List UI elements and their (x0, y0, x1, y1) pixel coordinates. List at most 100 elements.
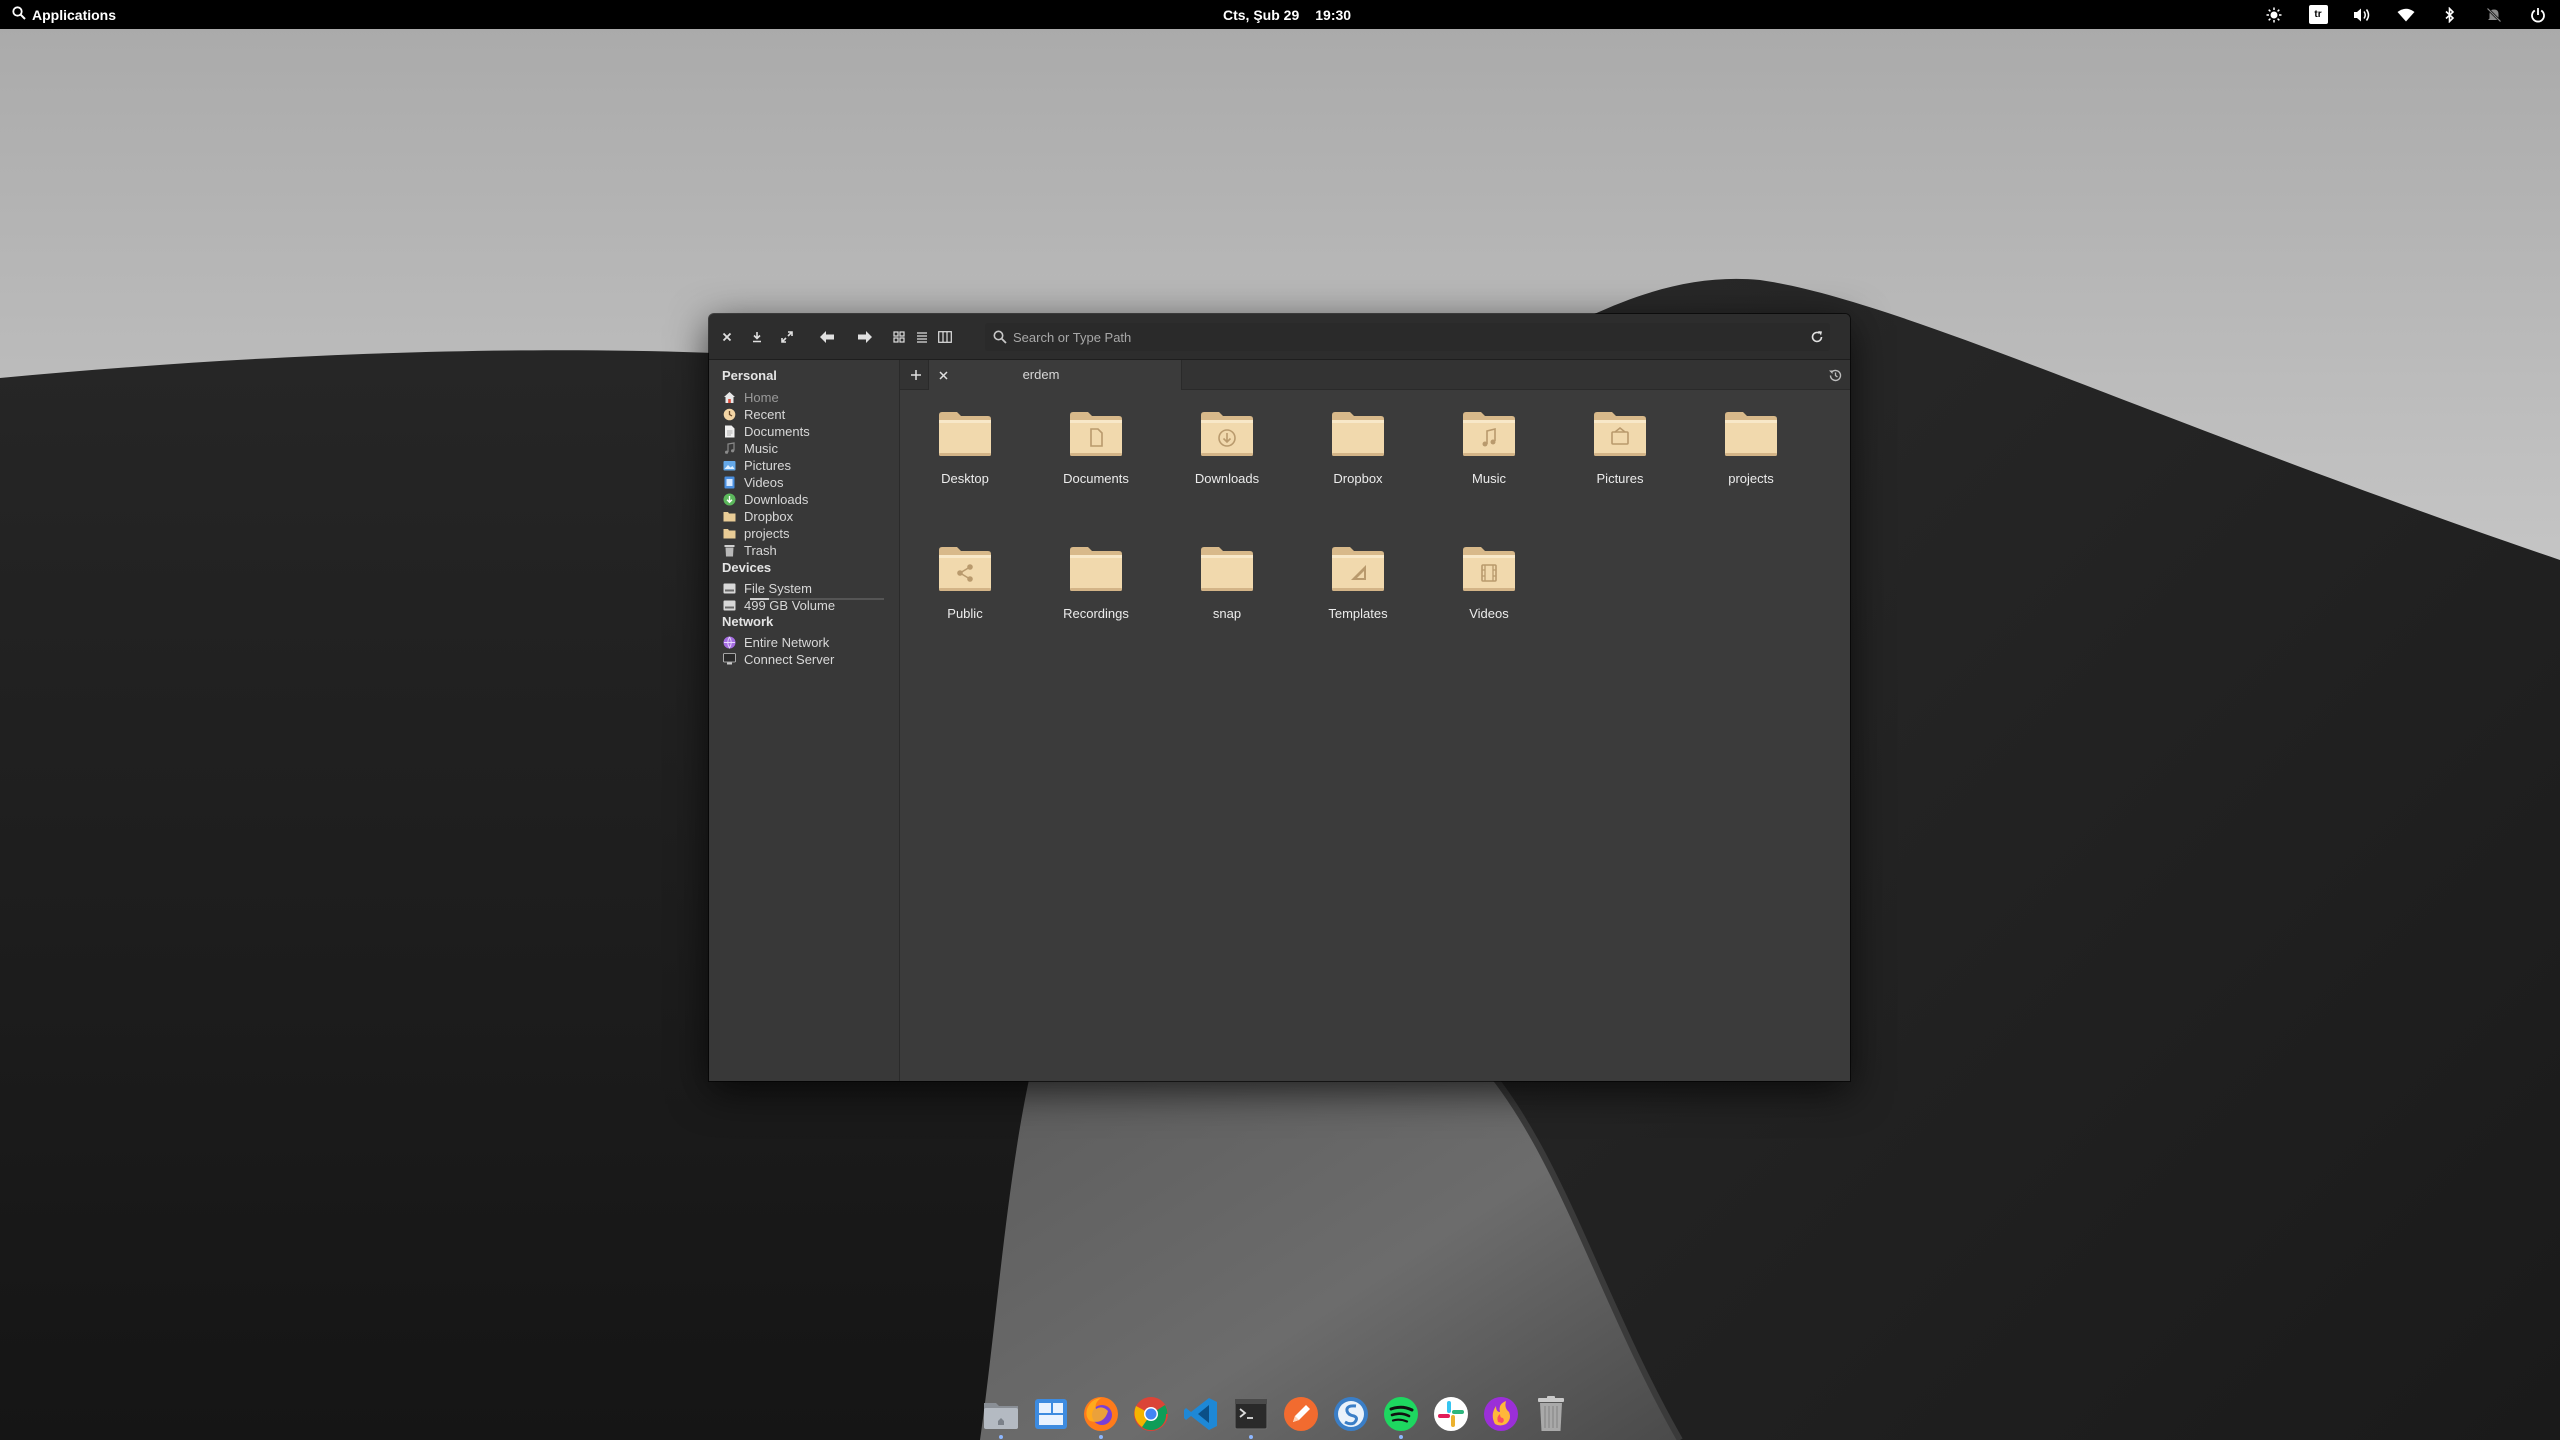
grid-view-icon[interactable] (888, 325, 910, 349)
vscode-icon (1183, 1396, 1219, 1432)
time-text: 19:30 (1315, 6, 1352, 23)
date-text: Cts, Şub 29 (1223, 6, 1300, 23)
reload-icon[interactable] (1810, 330, 1824, 344)
window-headerbar (709, 314, 1850, 360)
folder-item-music[interactable]: Music (1429, 390, 1549, 500)
folder-item-recordings[interactable]: Recordings (1036, 525, 1156, 635)
folder-item-projects[interactable]: projects (1691, 390, 1811, 500)
file-name: Music (1472, 471, 1506, 486)
history-icon[interactable] (1826, 366, 1844, 384)
new-tab-button[interactable] (904, 363, 928, 387)
folder-documents-icon (1065, 401, 1127, 463)
slack-icon (1432, 1395, 1470, 1433)
folder-item-desktop[interactable]: Desktop (905, 390, 1025, 500)
back-icon[interactable] (815, 325, 839, 349)
videos-icon (722, 475, 736, 489)
indicator-area: tr (2252, 0, 2560, 29)
search-input[interactable] (1007, 324, 1810, 350)
dock-item-slack[interactable] (1430, 1393, 1472, 1435)
tab-label: erdem (1022, 367, 1060, 382)
sidebar-item-volume[interactable]: 499 GB Volume (722, 594, 895, 616)
folder-templates-icon (1327, 536, 1389, 598)
folder-icon (1327, 401, 1389, 463)
folder-icon (722, 509, 736, 523)
top-panel: Applications Cts, Şub 29 19:30 tr (0, 0, 2560, 29)
folder-item-public[interactable]: Public (905, 525, 1025, 635)
folder-item-downloads[interactable]: Downloads (1167, 390, 1287, 500)
file-name: Dropbox (1333, 471, 1383, 486)
keyboard-layout-text: tr (2308, 5, 2328, 24)
dock-item-vscode[interactable] (1180, 1393, 1222, 1435)
power-icon[interactable] (2516, 0, 2560, 29)
file-name: Public (947, 606, 983, 621)
file-name: Videos (1469, 606, 1509, 621)
files-icon (981, 1394, 1021, 1434)
close-icon[interactable] (715, 325, 739, 349)
file-name: Templates (1328, 606, 1388, 621)
list-view-icon[interactable] (911, 325, 933, 349)
night-light-icon[interactable] (2252, 0, 2296, 29)
sidebar-heading-devices: Devices (722, 560, 772, 575)
folder-public-icon (934, 536, 996, 598)
simplenote-icon (1332, 1395, 1370, 1433)
column-view-icon[interactable] (934, 325, 956, 349)
file-name: Recordings (1063, 606, 1129, 621)
drive-icon (722, 598, 736, 612)
folder-music-icon (1458, 401, 1520, 463)
volume-icon[interactable] (2340, 0, 2384, 29)
chrome-icon (1132, 1395, 1170, 1433)
file-name: Desktop (941, 471, 989, 486)
folder-icon (1065, 536, 1127, 598)
dock-item-firefox[interactable] (1080, 1393, 1122, 1439)
multitasking-icon (1033, 1396, 1069, 1432)
server-icon (722, 652, 736, 666)
dock-item-files[interactable] (980, 1393, 1022, 1439)
folder-item-dropbox[interactable]: Dropbox (1298, 390, 1418, 500)
dock (976, 1386, 1584, 1440)
sidebar-item-connect-server[interactable]: Connect Server (722, 648, 895, 670)
tab-erdem[interactable]: erdem (928, 360, 1182, 390)
maximize-icon[interactable] (775, 325, 799, 349)
notifications-off-icon[interactable] (2472, 0, 2516, 29)
sidebar-heading-personal: Personal (722, 368, 777, 383)
dock-item-chrome[interactable] (1130, 1393, 1172, 1435)
dock-item-simplenote[interactable] (1330, 1393, 1372, 1435)
files-window: Personal Home Recent Documents Music Pic… (709, 314, 1850, 1081)
folder-item-videos[interactable]: Videos (1429, 525, 1549, 635)
home-icon (722, 390, 736, 404)
trash-icon (722, 543, 736, 557)
running-indicator (1249, 1435, 1253, 1439)
folder-videos-icon (1458, 536, 1520, 598)
minimize-icon[interactable] (745, 325, 769, 349)
folder-pictures-icon (1589, 401, 1651, 463)
sidebar: Personal Home Recent Documents Music Pic… (709, 360, 900, 1081)
forward-icon[interactable] (853, 325, 877, 349)
dock-item-nightly[interactable] (1480, 1393, 1522, 1435)
folder-icon (1720, 401, 1782, 463)
search-icon (12, 6, 26, 23)
applications-menu-button[interactable]: Applications (12, 0, 116, 29)
pencil-app-icon (1282, 1395, 1320, 1433)
bluetooth-icon[interactable] (2428, 0, 2472, 29)
dock-item-sketch[interactable] (1280, 1393, 1322, 1435)
folder-item-templates[interactable]: Templates (1298, 525, 1418, 635)
datetime-indicator[interactable]: Cts, Şub 29 19:30 (1223, 0, 1351, 29)
dock-item-terminal[interactable] (1230, 1393, 1272, 1439)
keyboard-layout-icon[interactable]: tr (2296, 0, 2340, 29)
folder-item-snap[interactable]: snap (1167, 525, 1287, 635)
dock-item-trash[interactable] (1530, 1393, 1572, 1435)
terminal-icon (1233, 1396, 1269, 1432)
sidebar-item-trash[interactable]: Trash (722, 539, 895, 561)
dock-item-multitasking[interactable] (1030, 1393, 1072, 1435)
folder-item-documents[interactable]: Documents (1036, 390, 1156, 500)
dock-item-spotify[interactable] (1380, 1393, 1422, 1439)
drive-icon (722, 581, 736, 595)
search-icon (993, 330, 1007, 344)
tab-bar: erdem (900, 360, 1850, 390)
wifi-icon[interactable] (2384, 0, 2428, 29)
sidebar-heading-network: Network (722, 614, 774, 629)
trash-can-icon (1536, 1395, 1566, 1433)
file-name: Pictures (1596, 471, 1644, 486)
applications-label: Applications (32, 6, 117, 23)
folder-item-pictures[interactable]: Pictures (1560, 390, 1680, 500)
